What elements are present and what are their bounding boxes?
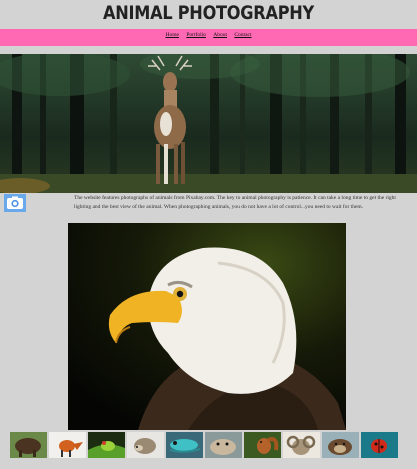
intro-text: The website features photographs of anim…: [74, 195, 396, 210]
thumbnail-frog[interactable]: [88, 432, 125, 458]
thumbnail-otter[interactable]: [322, 432, 359, 458]
site-title: ANIMAL PHOTOGRAPHY: [103, 2, 314, 24]
thumbnail-squirrel[interactable]: [244, 432, 281, 458]
nav-bar: Home Portfolio About Contact: [0, 29, 417, 46]
hero-image-deer: [0, 54, 417, 193]
thumbnail-seal[interactable]: [205, 432, 242, 458]
nav-contact-link[interactable]: Contact: [234, 32, 251, 38]
thumbnail-lizard[interactable]: [166, 432, 203, 458]
camera-icon[interactable]: [4, 194, 26, 212]
thumbnail-hedgehog[interactable]: [127, 432, 164, 458]
thumbnail-ram[interactable]: [283, 432, 320, 458]
feature-image-eagle: [68, 223, 346, 430]
thumbnail-gallery: [10, 432, 410, 458]
nav-home-link[interactable]: Home: [166, 32, 179, 38]
thumbnail-bison[interactable]: [10, 432, 47, 458]
thumbnail-fox[interactable]: [49, 432, 86, 458]
thumbnail-ladybug[interactable]: [361, 432, 398, 458]
nav-portfolio-link[interactable]: Portfolio: [186, 32, 206, 38]
nav-about-link[interactable]: About: [213, 32, 227, 38]
